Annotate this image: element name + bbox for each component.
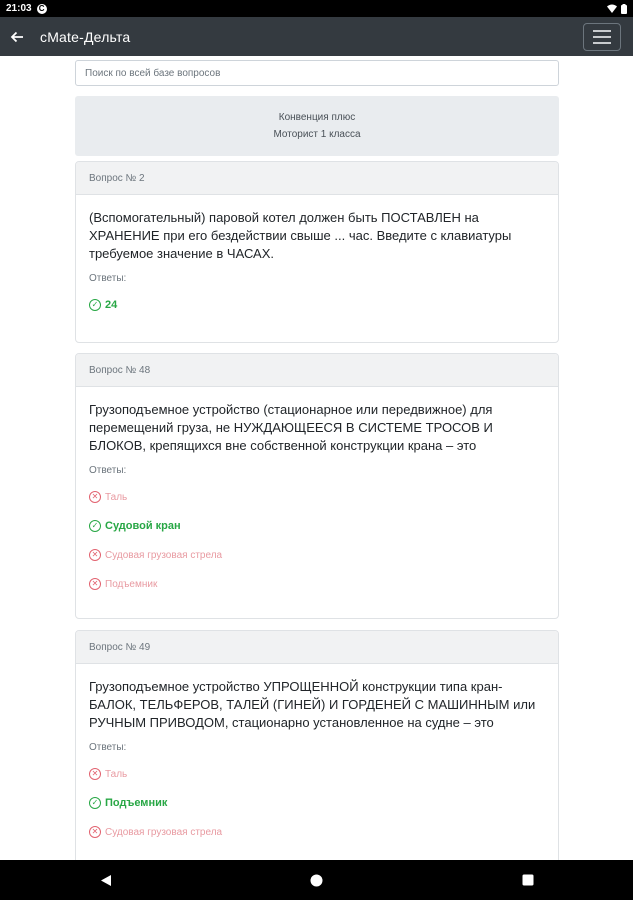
question-card: Вопрос № 49 Грузоподъемное устройство УП… [75, 630, 559, 860]
menu-toggle-button[interactable] [583, 22, 621, 51]
question-number: Вопрос № 2 [76, 162, 558, 195]
question-number: Вопрос № 49 [76, 631, 558, 664]
app-notification-icon: C [36, 3, 47, 14]
check-circle-icon: ✓ [89, 520, 101, 532]
answers-label: Ответы: [89, 465, 127, 476]
status-bar: 21:03 C [0, 0, 633, 17]
question-text: Грузоподъемное устройство УПРОЩЕННОЙ кон… [89, 679, 536, 730]
answer-option[interactable]: ✕ Подъемник [89, 576, 545, 592]
course-header: Конвенция плюс Моторист 1 класса [75, 96, 559, 156]
answer-text: Подъемник [105, 578, 158, 590]
question-number: Вопрос № 48 [76, 354, 558, 387]
nav-recents-button[interactable] [508, 860, 548, 900]
triangle-back-icon [100, 874, 111, 886]
answers-label: Ответы: [89, 273, 127, 284]
arrow-left-icon [10, 31, 23, 42]
question-text: (Вспомогательный) паровой котел должен б… [89, 210, 512, 261]
hamburger-menu-icon [593, 29, 611, 32]
x-circle-icon: ✕ [89, 578, 101, 590]
answers-label: Ответы: [89, 742, 127, 753]
back-button[interactable] [2, 31, 32, 43]
question-card: Вопрос № 2 (Вспомогательный) паровой кот… [75, 161, 559, 343]
x-circle-icon: ✕ [89, 491, 101, 503]
nav-back-button[interactable] [86, 860, 126, 900]
status-icons [607, 3, 627, 14]
answer-text: Таль [105, 491, 128, 503]
answer-text: Подъемник [105, 797, 168, 809]
course-title: Конвенция плюс [278, 112, 356, 123]
search-input[interactable] [75, 60, 559, 86]
answer-text: 24 [105, 299, 118, 311]
app-title: cMate-Дельта [40, 28, 131, 45]
question-text: Грузоподъемное устройство (стационарное … [89, 402, 493, 453]
answer-option[interactable]: ✓ 24 [89, 297, 545, 313]
app-bar: cMate-Дельта [0, 17, 633, 56]
answer-option[interactable]: ✕ Таль [89, 766, 545, 782]
answer-option[interactable]: ✓ Судовой кран [89, 518, 545, 534]
system-navigation-bar [0, 860, 633, 900]
x-circle-icon: ✕ [89, 549, 101, 561]
course-subtitle: Моторист 1 класса [273, 129, 361, 140]
main-content: Конвенция плюс Моторист 1 класса Вопрос … [0, 56, 633, 860]
answer-text: Судовой кран [105, 520, 181, 532]
hamburger-line [593, 35, 611, 38]
hamburger-line [593, 41, 611, 44]
wifi-icon [607, 4, 617, 13]
answer-option[interactable]: ✕ Судовая грузовая стрела [89, 824, 545, 840]
nav-home-button[interactable] [297, 860, 337, 900]
answer-text: Судовая грузовая стрела [105, 826, 223, 838]
answer-option[interactable]: ✓ Подъемник [89, 795, 545, 811]
answer-text: Таль [105, 768, 128, 780]
status-time: 21:03 [6, 3, 32, 14]
check-circle-icon: ✓ [89, 299, 101, 311]
battery-icon [621, 3, 627, 14]
question-card: Вопрос № 48 Грузоподъемное устройство (с… [75, 353, 559, 619]
answer-option[interactable]: ✕ Судовая грузовая стрела [89, 547, 545, 563]
check-circle-icon: ✓ [89, 797, 101, 809]
x-circle-icon: ✕ [89, 826, 101, 838]
circle-home-icon [310, 874, 323, 886]
answer-text: Судовая грузовая стрела [105, 549, 223, 561]
answer-option[interactable]: ✕ Таль [89, 489, 545, 505]
square-recents-icon [522, 874, 533, 886]
x-circle-icon: ✕ [89, 768, 101, 780]
